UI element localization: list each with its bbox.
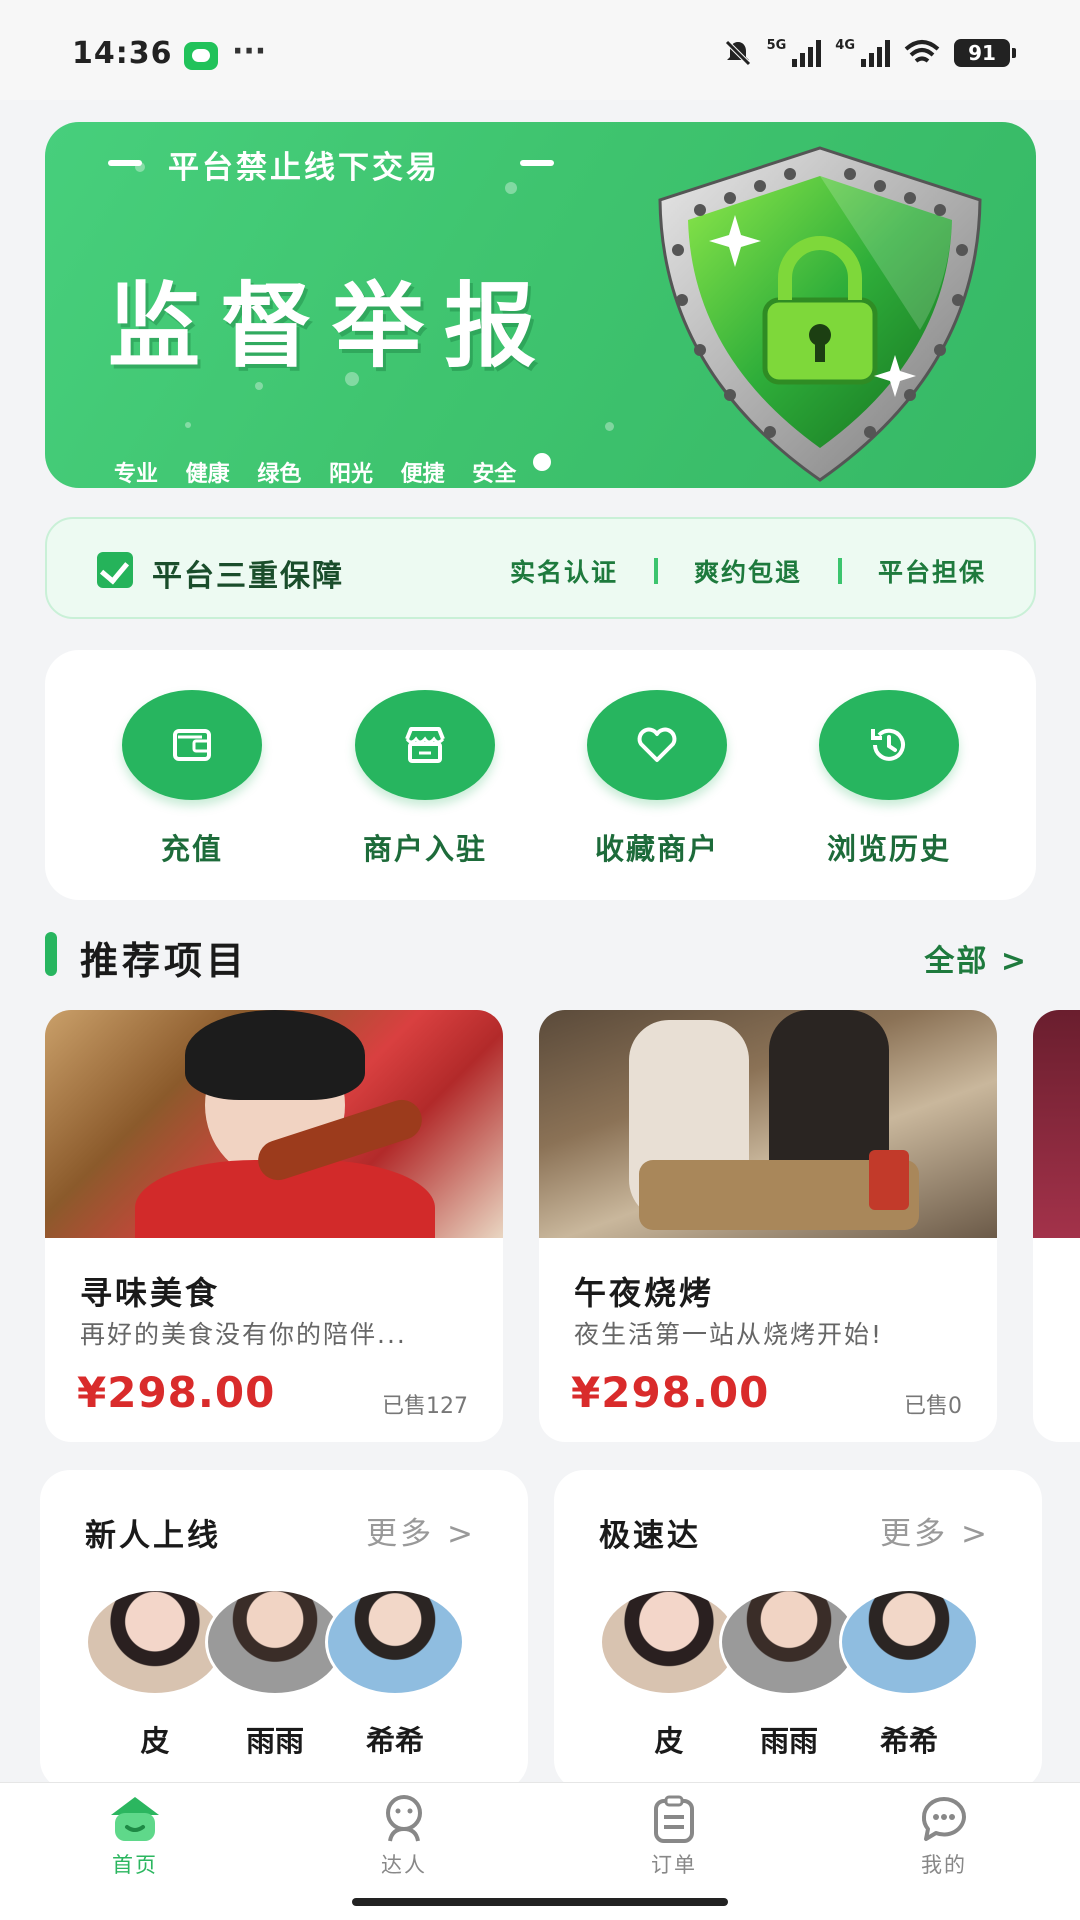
signal-5g-icon — [792, 39, 822, 67]
network-4g-label: 4G — [835, 38, 855, 53]
tab-orders[interactable]: 订单 — [604, 1793, 744, 1879]
banner-top-text: 平台禁止线下交易 — [168, 150, 440, 186]
card-title: 新人上线 — [85, 1518, 221, 1554]
avatar[interactable] — [719, 1588, 859, 1696]
product-sold-count: 已售0 — [904, 1394, 962, 1419]
banner-dash-left — [108, 160, 142, 166]
heart-icon — [587, 690, 727, 800]
tab-label: 首页 — [112, 1853, 158, 1877]
tab-home[interactable]: 首页 — [65, 1793, 205, 1879]
guarantee-item-realname: 实名认证 — [509, 558, 618, 587]
product-name: 午夜烧烤 — [574, 1274, 715, 1312]
divider — [653, 558, 658, 584]
guarantee-items: 实名认证 爽约包退 平台担保 — [510, 553, 986, 589]
home-indicator[interactable] — [352, 1898, 728, 1906]
action-favorites[interactable]: 收藏商户 — [557, 690, 757, 868]
guarantee-item-refund: 爽约包退 — [693, 558, 802, 587]
signal-4g-icon — [861, 39, 890, 67]
quick-actions: 充值 商户入驻 收藏商户 浏览历史 — [45, 650, 1036, 900]
product-description: 再好的美食没有你的陪伴... — [80, 1320, 407, 1349]
product-card[interactable]: 午夜烧烤 夜生活第一站从烧烤开始! ¥298.00 已售0 — [539, 1010, 997, 1442]
guarantee-title: 平台三重保障 — [152, 559, 344, 594]
tab-talent[interactable]: 达人 — [334, 1793, 474, 1879]
wifi-icon — [904, 40, 940, 63]
status-icons: 5G 4G 91 — [723, 38, 1016, 68]
action-label: 商户入驻 — [362, 832, 487, 866]
more-notifications-icon: ··· — [232, 34, 267, 69]
product-image — [539, 1010, 997, 1238]
name-row: 皮 雨雨 希希 — [85, 1718, 485, 1758]
more-link[interactable]: 更多 > — [880, 1508, 990, 1553]
view-all-link[interactable]: 全部 > — [924, 936, 1028, 980]
guarantee-item-escrow: 平台担保 — [877, 558, 986, 587]
platform-guarantee-bar[interactable]: 平台三重保障 实名认证 爽约包退 平台担保 — [45, 517, 1036, 619]
product-card[interactable]: 寻味美食 再好的美食没有你的陪伴... ¥298.00 已售127 — [45, 1010, 503, 1442]
history-icon — [819, 690, 959, 800]
tab-profile[interactable]: 我的 — [874, 1793, 1014, 1879]
profile-icon — [921, 1797, 966, 1841]
product-price: ¥298.00 — [571, 1368, 770, 1417]
avatar-group — [85, 1588, 485, 1698]
wallet-icon — [122, 690, 262, 800]
action-merchant-join[interactable]: 商户入驻 — [325, 690, 525, 868]
check-icon — [97, 552, 133, 588]
user-name: 雨雨 — [245, 1724, 304, 1758]
status-time: 14:36 — [72, 36, 173, 71]
tab-label: 达人 — [381, 1853, 427, 1877]
avatar-group — [599, 1588, 999, 1698]
banner-page-indicator[interactable] — [533, 453, 551, 471]
tab-label: 我的 — [921, 1853, 967, 1877]
new-arrivals-card[interactable]: 新人上线 更多 > 皮 雨雨 希希 — [40, 1470, 528, 1790]
shield-lock-icon — [658, 146, 982, 482]
product-name: 寻味美食 — [80, 1274, 221, 1312]
product-image — [1033, 1010, 1080, 1238]
more-link[interactable]: 更多 > — [366, 1508, 476, 1553]
product-card-partial[interactable] — [1033, 1010, 1080, 1442]
user-name: 雨雨 — [759, 1724, 818, 1758]
network-5g-label: 5G — [766, 38, 787, 53]
avatar[interactable] — [599, 1588, 739, 1696]
avatar[interactable] — [839, 1588, 979, 1696]
action-label: 充值 — [160, 832, 223, 866]
tab-label: 订单 — [651, 1853, 697, 1877]
name-row: 皮 雨雨 希希 — [599, 1718, 999, 1758]
user-name: 皮 — [654, 1724, 684, 1758]
product-price: ¥298.00 — [77, 1368, 276, 1417]
banner-title: 监督举报 — [108, 273, 557, 380]
product-description: 夜生活第一站从烧烤开始! — [574, 1320, 884, 1349]
product-image — [45, 1010, 503, 1238]
banner-dash-right — [520, 160, 554, 166]
order-icon — [654, 1795, 694, 1843]
user-name: 皮 — [140, 1724, 170, 1758]
section-title: 推荐项目 — [80, 939, 249, 983]
wechat-notification-icon — [184, 42, 218, 70]
home-icon — [111, 1797, 159, 1841]
product-sold-count: 已售127 — [382, 1394, 468, 1419]
store-icon — [355, 690, 495, 800]
action-recharge[interactable]: 充值 — [92, 690, 292, 868]
battery-icon: 91 — [954, 39, 1016, 67]
avatar[interactable] — [205, 1588, 345, 1696]
mute-bell-icon — [724, 40, 751, 66]
card-title: 极速达 — [599, 1518, 701, 1554]
divider — [837, 558, 842, 584]
banner-subtitle: 专业 健康 绿色 阳光 便捷 安全 — [114, 462, 517, 487]
section-accent-bar — [45, 932, 57, 976]
status-bar: 14:36 ··· 5G 4G 91 — [0, 0, 1080, 100]
action-label: 浏览历史 — [826, 832, 951, 866]
avatar[interactable] — [85, 1588, 225, 1696]
user-name: 希希 — [365, 1724, 424, 1758]
user-name: 希希 — [879, 1724, 938, 1758]
action-label: 收藏商户 — [594, 832, 719, 866]
talent-icon — [386, 1795, 422, 1842]
avatar[interactable] — [325, 1588, 465, 1696]
action-history[interactable]: 浏览历史 — [789, 690, 989, 868]
express-card[interactable]: 极速达 更多 > 皮 雨雨 希希 — [554, 1470, 1042, 1790]
